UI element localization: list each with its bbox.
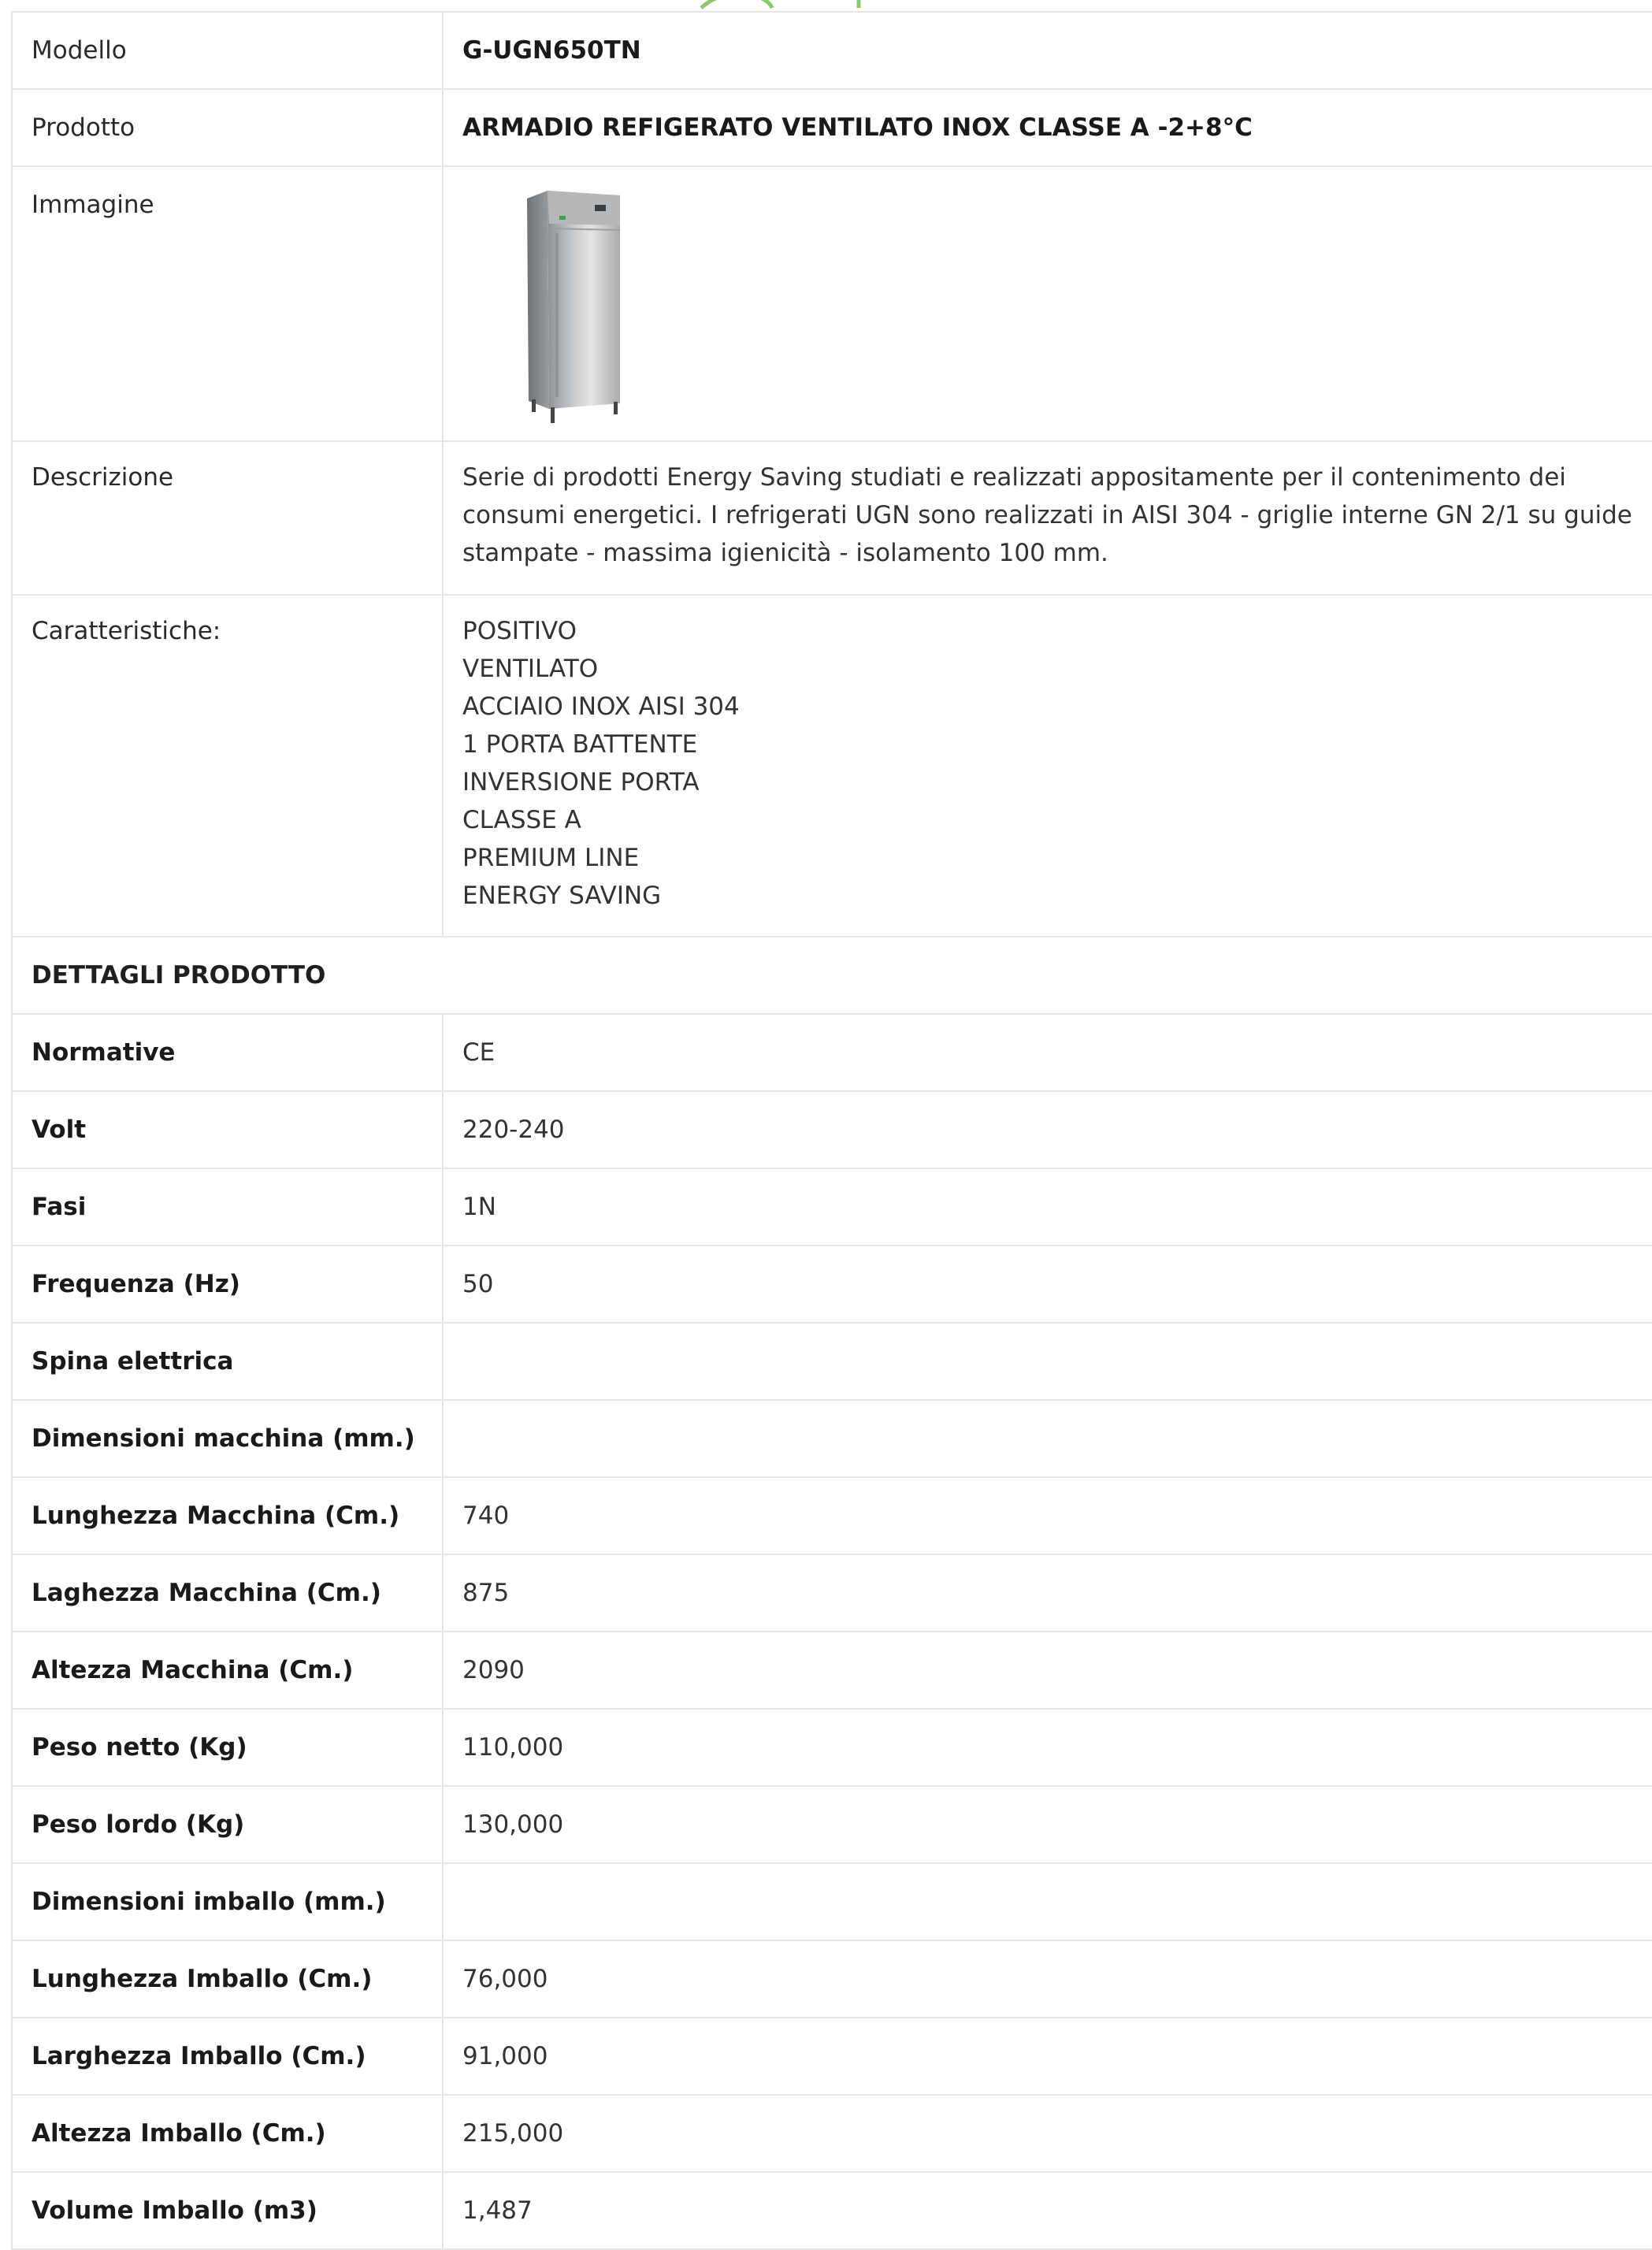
detail-label: Volt [11,1090,444,1169]
product-spec-table: Modello G-UGN650TN Prodotto ARMADIO REFI… [11,11,1652,2250]
detail-value [442,1399,1652,1478]
feature-item: 1 PORTA BATTENTE [462,730,698,759]
detail-label: Altezza Imballo (Cm.) [11,2094,444,2173]
table-row-caratteristiche: Caratteristiche: POSITIVO VENTILATO ACCI… [11,594,1652,938]
detail-value: 875 [442,1554,1652,1632]
feature-item: ENERGY SAVING [462,882,662,910]
detail-value: 91,000 [442,2017,1652,2096]
table-row: Volt 220-240 [11,1090,1652,1169]
product-image[interactable] [510,184,636,429]
detail-value: 220-240 [442,1090,1652,1169]
detail-value: 110,000 [442,1708,1652,1787]
table-row: Laghezza Macchina (Cm.) 875 [11,1554,1652,1632]
table-row: Dimensioni imballo (mm.) [11,1862,1652,1941]
detail-label: Volume Imballo (m3) [11,2171,444,2250]
detail-value: 2090 [442,1631,1652,1710]
detail-label: Altezza Macchina (Cm.) [11,1631,444,1710]
detail-value: 740 [442,1476,1652,1555]
table-row-prodotto: Prodotto ARMADIO REFIGERATO VENTILATO IN… [11,88,1652,167]
product-name-value: ARMADIO REFIGERATO VENTILATO INOX CLASSE… [442,88,1652,167]
table-row: Peso netto (Kg) 110,000 [11,1708,1652,1787]
table-row-modello: Modello G-UGN650TN [11,11,1652,90]
detail-label: Peso lordo (Kg) [11,1785,444,1864]
row-label: Immagine [11,165,444,442]
features-list: POSITIVO VENTILATO ACCIAIO INOX AISI 304… [462,612,1633,915]
feature-item: ACCIAIO INOX AISI 304 [462,692,740,721]
description-value: Serie di prodotti Energy Saving studiati… [442,440,1652,596]
detail-label: Dimensioni macchina (mm.) [11,1399,444,1478]
table-row: Lunghezza Imballo (Cm.) 76,000 [11,1940,1652,2018]
detail-value: 130,000 [442,1785,1652,1864]
row-label: Descrizione [11,440,444,596]
detail-value: CE [442,1013,1652,1092]
table-row: Fasi 1N [11,1168,1652,1246]
feature-item: PREMIUM LINE [462,844,640,872]
table-row: Lunghezza Macchina (Cm.) 740 [11,1476,1652,1555]
detail-value: 76,000 [442,1940,1652,2018]
model-value: G-UGN650TN [442,11,1652,90]
row-label: Prodotto [11,88,444,167]
table-row: Altezza Macchina (Cm.) 2090 [11,1631,1652,1710]
table-row: Larghezza Imballo (Cm.) 91,000 [11,2017,1652,2096]
detail-label: Frequenza (Hz) [11,1245,444,1324]
detail-value [442,1322,1652,1401]
detail-label: Spina elettrica [11,1322,444,1401]
section-title: DETTAGLI PRODOTTO [11,936,1652,1015]
table-row: Altezza Imballo (Cm.) 215,000 [11,2094,1652,2173]
feature-item: INVERSIONE PORTA [462,768,700,796]
table-row: Normative CE [11,1013,1652,1092]
feature-item: POSITIVO [462,617,577,645]
features-cell: POSITIVO VENTILATO ACCIAIO INOX AISI 304… [442,594,1652,938]
table-row-immagine: Immagine [11,165,1652,442]
detail-label: Normative [11,1013,444,1092]
table-row: Dimensioni macchina (mm.) [11,1399,1652,1478]
table-row-descrizione: Descrizione Serie di prodotti Energy Sav… [11,440,1652,596]
row-label: Caratteristiche: [11,594,444,938]
detail-value: 1N [442,1168,1652,1246]
row-label: Modello [11,11,444,90]
detail-label: Fasi [11,1168,444,1246]
detail-label: Lunghezza Macchina (Cm.) [11,1476,444,1555]
detail-value: 50 [442,1245,1652,1324]
detail-label: Larghezza Imballo (Cm.) [11,2017,444,2096]
table-row: Volume Imballo (m3) 1,487 [11,2171,1652,2250]
detail-label: Peso netto (Kg) [11,1708,444,1787]
table-row: Spina elettrica [11,1322,1652,1401]
detail-value: 215,000 [442,2094,1652,2173]
detail-value [442,1862,1652,1941]
detail-label: Lunghezza Imballo (Cm.) [11,1940,444,2018]
detail-value: 1,487 [442,2171,1652,2250]
table-row: Frequenza (Hz) 50 [11,1245,1652,1324]
table-row: Peso lordo (Kg) 130,000 [11,1785,1652,1864]
image-cell [442,165,1652,442]
feature-item: CLASSE A [462,806,581,834]
details-table-body: Normative CE Volt 220-240 Fasi 1N Frequenza (H… [11,1013,1652,2250]
detail-label: Dimensioni imballo (mm.) [11,1862,444,1941]
detail-label: Laghezza Macchina (Cm.) [11,1554,444,1632]
section-header-row: DETTAGLI PRODOTTO [11,936,1652,1015]
feature-item: VENTILATO [462,655,599,683]
